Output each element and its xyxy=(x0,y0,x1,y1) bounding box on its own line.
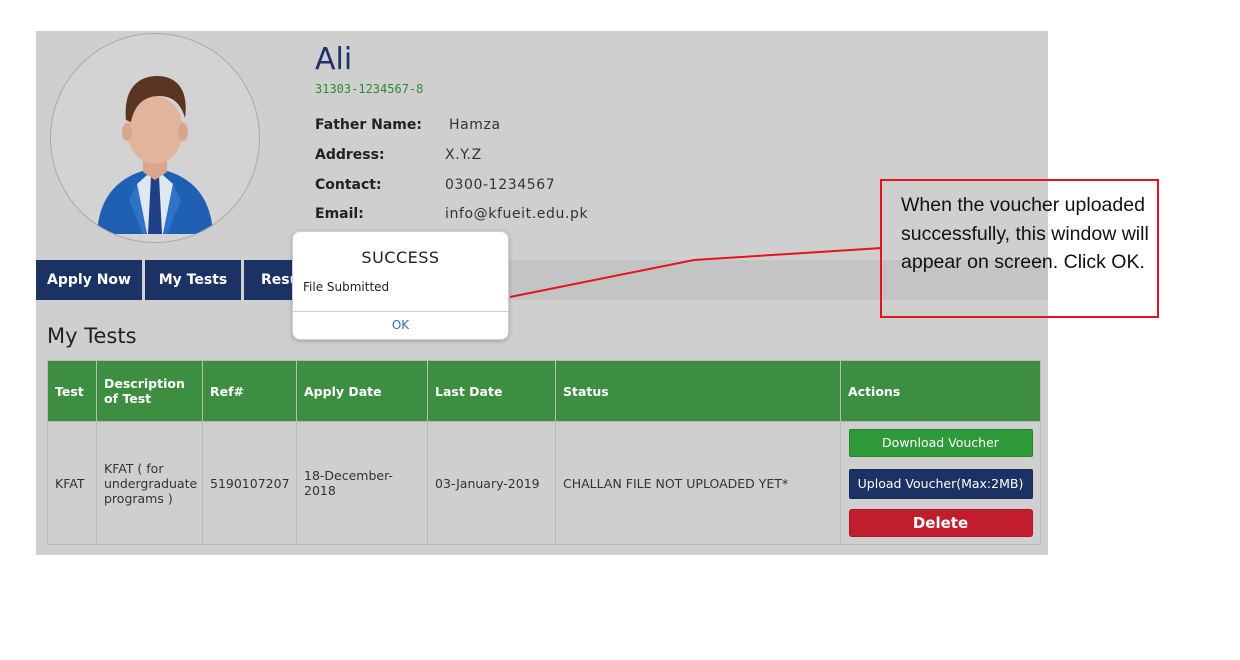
callout-text: When the voucher uploaded successfully, … xyxy=(901,194,1149,273)
callout-box: When the voucher uploaded successfully, … xyxy=(880,179,1159,318)
callout-pointer-line xyxy=(509,247,883,298)
callout-line xyxy=(509,247,883,298)
